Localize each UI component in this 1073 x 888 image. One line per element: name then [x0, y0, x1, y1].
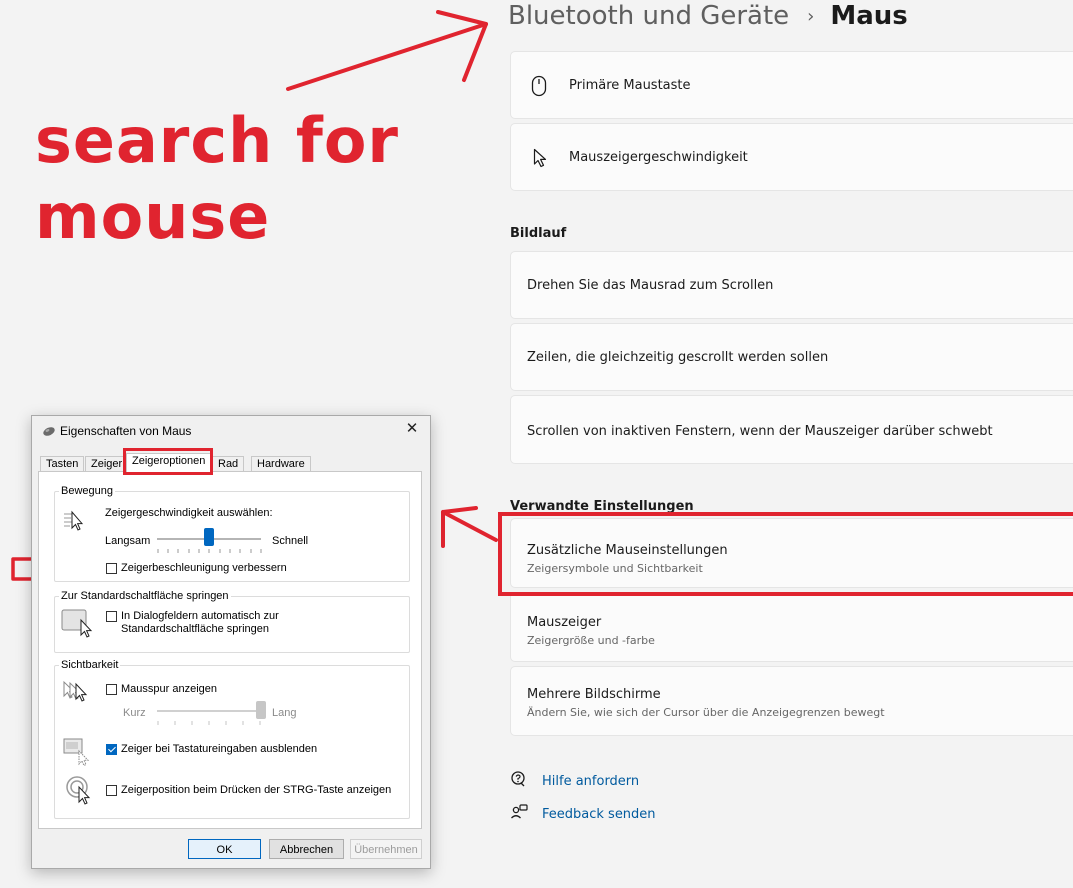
apply-button[interactable]: Übernehmen	[350, 839, 422, 859]
annotation-line-1: search for	[35, 104, 399, 177]
ctrl-locate-checkbox[interactable]	[106, 785, 117, 796]
help-link[interactable]: Hilfe anfordern	[510, 770, 639, 792]
tab-rad[interactable]: Rad	[212, 456, 245, 472]
tab-panel: Bewegung Zeigergeschwindigkeit auswählen…	[38, 471, 422, 829]
long-label: Lang	[272, 707, 297, 719]
section-heading-scroll: Bildlauf	[510, 226, 567, 241]
trails-checkbox[interactable]	[106, 684, 117, 695]
mouse-properties-dialog: Eigenschaften von Maus ✕ Tasten Zeiger Z…	[31, 415, 431, 869]
trails-slider-thumb[interactable]	[256, 701, 266, 719]
card-pointer-speed[interactable]: Mauszeigergeschwindigkeit	[510, 123, 1073, 191]
arrow-to-title-icon	[286, 10, 488, 91]
speed-label: Zeigergeschwindigkeit auswählen:	[105, 507, 273, 519]
group-label-snap: Zur Standardschaltfläche springen	[59, 590, 231, 602]
feedback-link-label: Feedback senden	[542, 806, 656, 822]
highlight-box-tab	[123, 448, 213, 475]
card-title: Mehrere Bildschirme	[527, 687, 661, 702]
pointer-speed-icon	[63, 510, 85, 535]
speed-slider-ticks	[157, 549, 262, 553]
mouse-app-icon	[42, 425, 56, 440]
accel-checkbox[interactable]	[106, 563, 117, 574]
group-label-visibility: Sichtbarkeit	[59, 659, 121, 671]
accel-label: Zeigerbeschleunigung verbessern	[121, 562, 287, 574]
breadcrumb-parent[interactable]: Bluetooth und Geräte	[508, 1, 789, 31]
trails-slider-ticks	[157, 721, 261, 725]
card-title: Mauszeigergeschwindigkeit	[569, 150, 748, 165]
close-icon[interactable]: ✕	[400, 419, 424, 439]
feedback-icon	[510, 803, 528, 825]
breadcrumb-separator-icon: ›	[807, 5, 815, 27]
annotation-text: search for mouse	[35, 103, 399, 255]
trails-slider-track[interactable]	[157, 710, 261, 712]
help-icon	[510, 770, 528, 792]
ok-button[interactable]: OK	[188, 839, 261, 859]
card-mouse-pointer[interactable]: Mauszeiger Zeigergröße und -farbe	[510, 592, 1073, 662]
card-subtitle: Zeigergröße und -farbe	[527, 634, 655, 647]
card-title: Zeilen, die gleichzeitig gescrollt werde…	[527, 350, 829, 365]
highlight-box-additional-settings	[498, 512, 1073, 596]
card-title: Scrollen von inaktiven Fenstern, wenn de…	[527, 424, 993, 439]
pointer-arrow-icon	[533, 148, 547, 172]
snap-checkbox[interactable]	[106, 611, 117, 622]
arrow-to-dialog-icon	[441, 506, 498, 548]
breadcrumb: Bluetooth und Geräte › Maus	[508, 0, 908, 32]
mouse-icon	[531, 75, 547, 101]
card-title: Primäre Maustaste	[569, 78, 691, 93]
tab-zeiger[interactable]: Zeiger	[85, 456, 129, 472]
snap-label: In Dialogfeldern automatisch zur Standar…	[121, 610, 279, 635]
hide-pointer-icon	[63, 737, 93, 770]
card-multiple-displays[interactable]: Mehrere Bildschirme Ändern Sie, wie sich…	[510, 666, 1073, 736]
short-label: Kurz	[123, 707, 146, 719]
snap-button-icon	[61, 608, 95, 641]
card-subtitle: Ändern Sie, wie sich der Cursor über die…	[527, 706, 885, 719]
group-label-motion: Bewegung	[59, 485, 115, 497]
card-title: Mauszeiger	[527, 615, 602, 630]
dialog-title: Eigenschaften von Maus	[60, 424, 192, 438]
feedback-link[interactable]: Feedback senden	[510, 803, 656, 825]
cancel-button[interactable]: Abbrechen	[269, 839, 344, 859]
fast-label: Schnell	[272, 535, 309, 547]
tab-tasten[interactable]: Tasten	[40, 456, 85, 472]
pointer-trails-icon	[62, 680, 92, 707]
slow-label: Langsam	[105, 535, 151, 547]
ctrl-locate-icon	[66, 774, 96, 809]
card-title: Drehen Sie das Mausrad zum Scrollen	[527, 278, 774, 293]
tab-hardware[interactable]: Hardware	[251, 456, 311, 472]
help-link-label: Hilfe anfordern	[542, 773, 640, 789]
annotation-line-2: mouse	[35, 180, 271, 253]
hide-pointer-checkbox[interactable]	[106, 744, 117, 755]
card-primary-mouse-button[interactable]: Primäre Maustaste	[510, 51, 1073, 119]
speed-slider-thumb[interactable]	[204, 528, 214, 546]
hide-pointer-label: Zeiger bei Tastatureingaben ausblenden	[121, 743, 318, 755]
card-inactive-window-scroll[interactable]: Scrollen von inaktiven Fenstern, wenn de…	[510, 395, 1073, 464]
trails-label: Mausspur anzeigen	[121, 683, 218, 695]
card-lines-scroll[interactable]: Zeilen, die gleichzeitig gescrollt werde…	[510, 323, 1073, 391]
ctrl-locate-label: Zeigerposition beim Drücken der STRG-Tas…	[121, 784, 392, 796]
page-title: Maus	[830, 1, 908, 31]
card-scroll-wheel[interactable]: Drehen Sie das Mausrad zum Scrollen	[510, 251, 1073, 319]
